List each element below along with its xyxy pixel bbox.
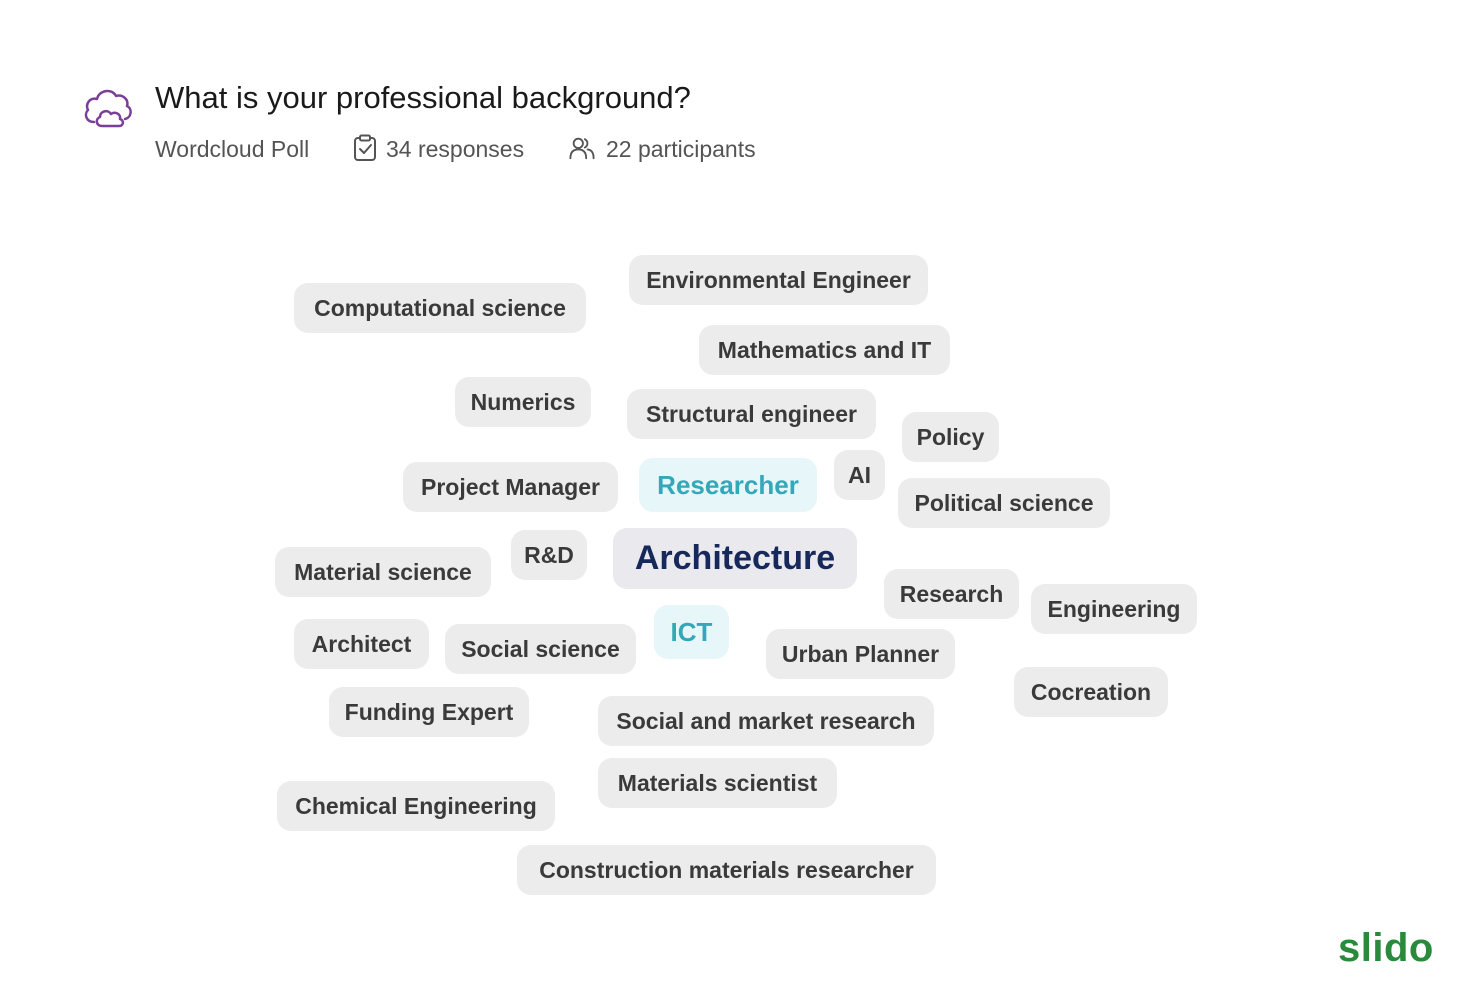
word-chip: Engineering [1031,584,1197,634]
participants-count: 22 participants [606,136,756,162]
poll-results-page: What is your professional background? Wo… [0,0,1470,1000]
word-chip: Cocreation [1014,667,1168,717]
question-title: What is your professional background? [155,80,691,115]
participants-icon [569,137,595,160]
slido-logo: slido [1338,926,1434,970]
word-chip-top: Architecture [613,528,857,589]
word-chip: Mathematics and IT [699,325,950,375]
word-chip: Project Manager [403,462,618,512]
word-chip: Chemical Engineering [277,781,555,831]
word-chip: Numerics [455,377,591,427]
word-chip: Construction materials researcher [517,845,936,895]
word-chip: Social science [445,624,636,674]
word-chip: ICT [654,605,729,659]
word-chip: Architect [294,619,429,669]
word-chip: Structural engineer [627,389,876,439]
word-chip: Environmental Engineer [629,255,928,305]
responses-count: 34 responses [386,136,525,162]
word-chip: Funding Expert [329,687,529,737]
word-chip: Urban Planner [766,629,955,679]
word-chip: Computational science [294,283,586,333]
word-chip: Policy [902,412,999,462]
word-chip: AI [834,450,885,500]
word-chip: Research [884,569,1019,619]
word-chip: Researcher [639,458,817,512]
word-chip: R&D [511,530,587,580]
word-chip: Materials scientist [598,758,837,808]
wordcloud-icon [84,89,132,128]
poll-type-label: Wordcloud Poll [155,136,310,162]
word-chip: Political science [898,478,1110,528]
clipboard-check-icon [354,134,376,161]
word-chip: Social and market research [598,696,934,746]
word-chip: Material science [275,547,491,597]
